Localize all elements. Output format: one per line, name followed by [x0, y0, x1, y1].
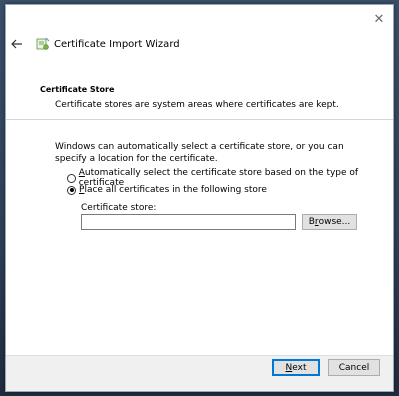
place-in-store-label[interactable]: Place all certificates in the following …	[79, 185, 267, 195]
wizard-title: Certificate Import Wizard	[54, 38, 180, 50]
back-arrow-icon	[11, 39, 22, 49]
place-in-store-option[interactable]: Place all certificates in the following …	[67, 185, 267, 195]
close-icon: ✕	[373, 11, 385, 27]
certificate-import-wizard-window: ✕ Certificate Import Wizard Certificate …	[5, 4, 394, 392]
header-divider	[6, 119, 393, 120]
certificate-store-label: Certificate store:	[81, 203, 157, 213]
auto-select-radio[interactable]	[67, 173, 76, 183]
browse-button[interactable]: Br owse...	[302, 214, 357, 230]
place-in-store-radio[interactable]	[67, 185, 76, 195]
next-button[interactable]: Next	[272, 359, 320, 376]
wizard-header: Certificate Import Wizard	[10, 35, 363, 53]
certificate-store-input[interactable]	[81, 214, 296, 230]
section-title: Certificate Store	[40, 85, 115, 94]
intro-text: Windows can automatically select a certi…	[55, 142, 344, 164]
close-button[interactable]: ✕	[371, 11, 387, 27]
back-button[interactable]	[10, 37, 24, 51]
section-description: Certificate stores are system areas wher…	[55, 100, 339, 110]
certificate-wizard-icon	[36, 37, 50, 51]
cancel-button[interactable]: Cancel	[328, 359, 380, 376]
